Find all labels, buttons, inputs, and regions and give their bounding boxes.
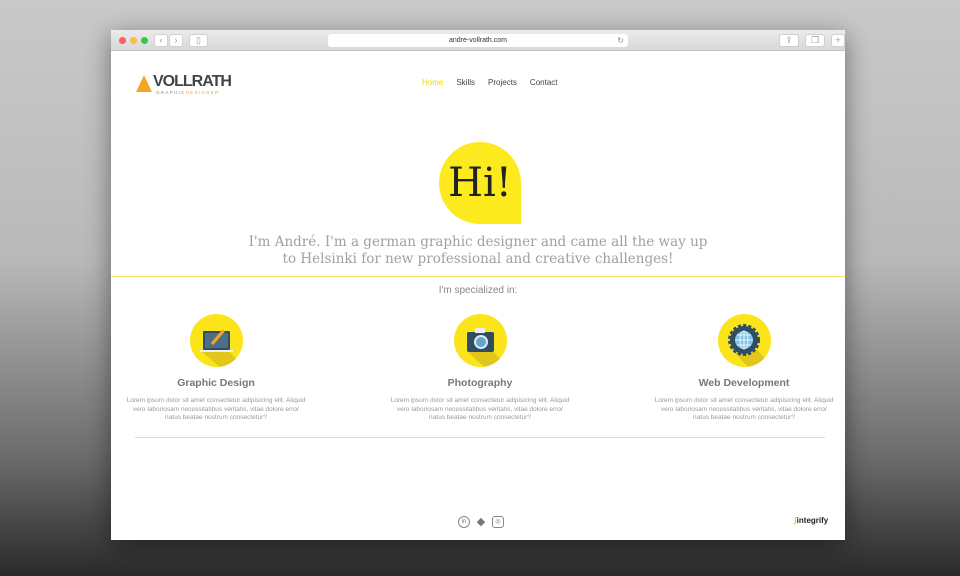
camera-icon	[453, 314, 507, 367]
skill-description: Lorem ipsum dolor sit amet consectetur a…	[390, 397, 570, 421]
skill-graphic-design: Graphic Design Lorem ipsum dolor sit ame…	[126, 314, 306, 423]
instagram-icon[interactable]: ◎	[492, 516, 504, 528]
skill-title: Photography	[447, 377, 513, 389]
maximize-window-button[interactable]	[141, 37, 148, 44]
git-icon[interactable]: ◆	[475, 516, 487, 528]
logo-sub-b: DESIGNER	[185, 90, 220, 95]
integrify-text: integrify	[796, 516, 829, 525]
hi-bubble: Hi!	[439, 142, 521, 224]
linkedin-icon[interactable]: in	[458, 516, 470, 528]
logo-name: VOLLRATH	[153, 73, 232, 90]
nav-home[interactable]: Home	[422, 78, 443, 87]
address-bar[interactable]: andre-vollrath.com ↻	[328, 34, 628, 47]
skill-photography: Photography Lorem ipsum dolor sit amet c…	[390, 314, 570, 423]
minimize-window-button[interactable]	[130, 37, 137, 44]
intro-line-2: to Helsinki for new professional and cre…	[282, 251, 674, 267]
logo-subtitle: GRAPHICDESIGNER	[156, 90, 220, 95]
skill-title: Graphic Design	[177, 377, 255, 389]
main-nav: Home Skills Projects Contact	[422, 78, 558, 87]
nav-skills[interactable]: Skills	[456, 78, 475, 87]
browser-toolbar: ‹ › ▯ andre-vollrath.com ↻ ⇪ ❐ +	[111, 30, 845, 51]
intro-text: I'm André. I'm a german graphic designer…	[111, 234, 845, 268]
nav-contact[interactable]: Contact	[530, 78, 558, 87]
skill-description: Lorem ipsum dolor sit amet consectetur a…	[654, 397, 834, 421]
share-button[interactable]: ⇪	[779, 34, 799, 47]
forward-button[interactable]: ›	[169, 34, 183, 47]
back-button[interactable]: ‹	[154, 34, 168, 47]
divider	[111, 276, 845, 277]
skill-web-development: Web Development Lorem ipsum dolor sit am…	[654, 314, 834, 423]
close-window-button[interactable]	[119, 37, 126, 44]
url-text: andre-vollrath.com	[449, 37, 507, 44]
logo-sub-a: GRAPHIC	[156, 90, 186, 95]
globe-gear-icon	[717, 314, 771, 367]
sidebar-toggle-button[interactable]: ▯	[189, 34, 208, 47]
divider	[135, 437, 825, 438]
logo-triangle-icon	[136, 75, 152, 92]
laptop-brush-icon	[189, 314, 243, 367]
tabs-overview-button[interactable]: ❐	[805, 34, 825, 47]
site-logo[interactable]: VOLLRATH GRAPHICDESIGNER	[136, 73, 232, 97]
reload-icon[interactable]: ↻	[617, 34, 624, 47]
skill-title: Web Development	[698, 377, 790, 389]
browser-window: ‹ › ▯ andre-vollrath.com ↻ ⇪ ❐ + VOLLRATH…	[111, 30, 845, 540]
intro-line-1: I'm André. I'm a german graphic designer…	[248, 234, 708, 250]
nav-projects[interactable]: Projects	[488, 78, 517, 87]
integrify-logo[interactable]: ʃintegrify	[794, 516, 828, 525]
new-tab-button[interactable]: +	[831, 34, 845, 47]
specialized-heading: I'm specialized in:	[438, 285, 518, 296]
social-links: in ◆ ◎	[458, 516, 504, 528]
skill-description: Lorem ipsum dolor sit amet consectetur a…	[126, 397, 306, 421]
